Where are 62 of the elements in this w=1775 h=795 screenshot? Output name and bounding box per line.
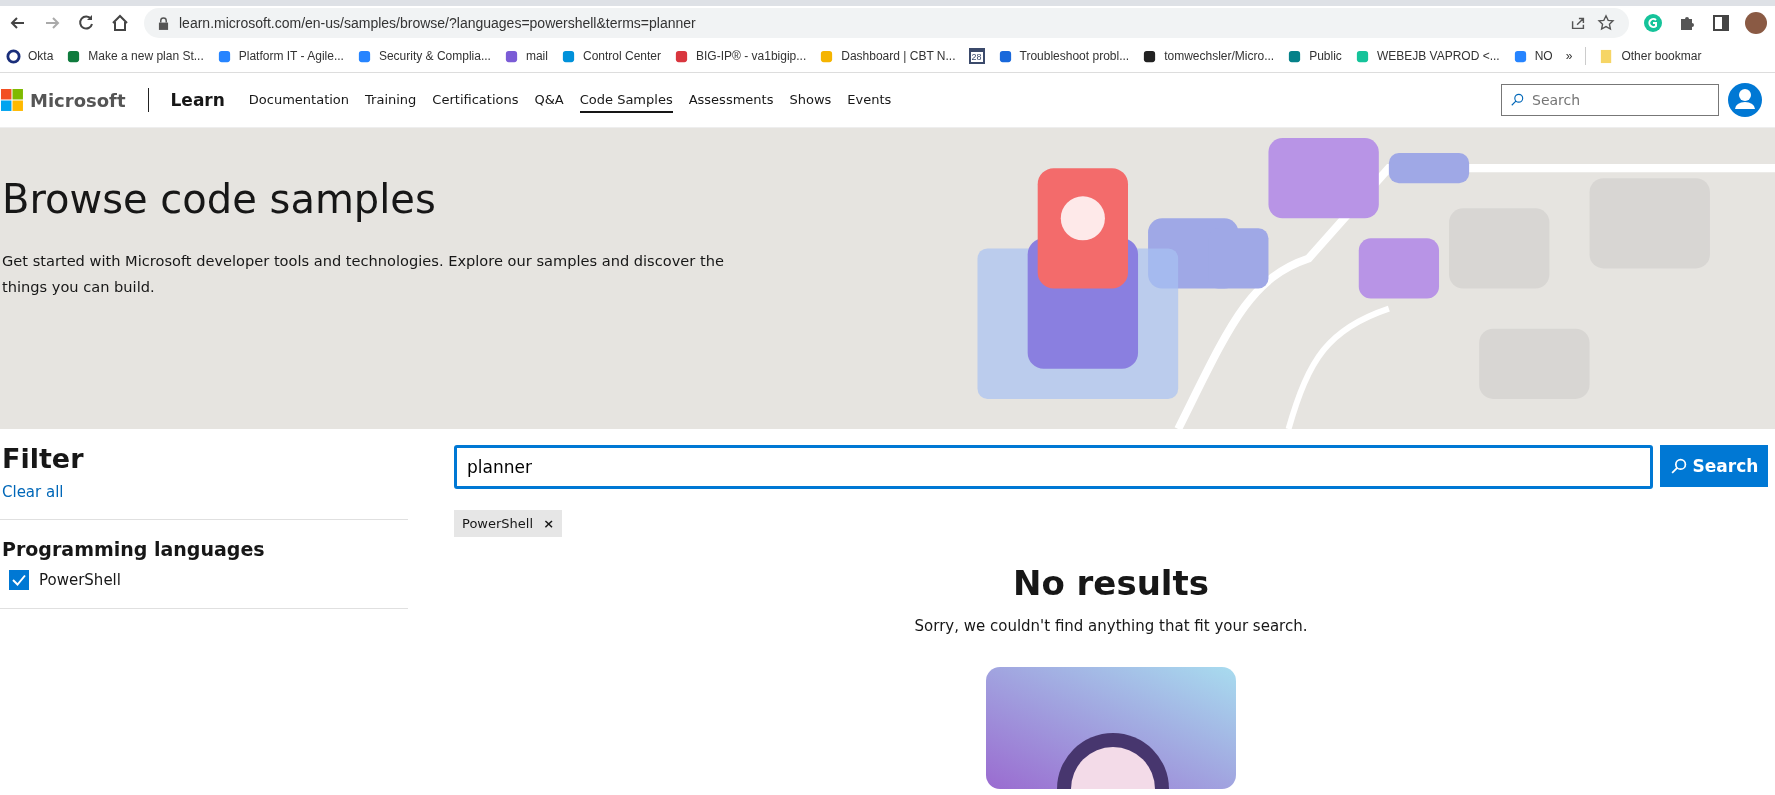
product-name[interactable]: Learn <box>170 90 225 110</box>
star-icon[interactable] <box>1597 14 1615 32</box>
profile-avatar[interactable] <box>1745 12 1767 34</box>
bookmark[interactable]: Make a new plan St... <box>66 48 204 64</box>
hero-title: Browse code samples <box>2 176 437 222</box>
nav-link[interactable]: Assessments <box>688 87 774 113</box>
no-results-message: Sorry, we couldn't find anything that fit your search. <box>914 617 1308 635</box>
bookmark-icon <box>1354 48 1370 64</box>
bookmark-icon <box>1142 48 1158 64</box>
bookmark[interactable]: BIG-IP® - va1bigip... <box>674 48 807 64</box>
address-bar[interactable]: learn.microsoft.com/en-us/samples/browse/?languages=powershell&terms=planner <box>144 8 1629 38</box>
hero-description: Get started with Microsoft developer tools and technologies. Explore our samples and discover the things you can build. <box>2 251 725 297</box>
user-avatar-icon[interactable] <box>1727 82 1763 118</box>
bookmark[interactable]: Dashboard | CBT N... <box>819 48 956 64</box>
bookmark-icon <box>216 48 232 64</box>
filter-chip[interactable]: PowerShell × <box>454 510 563 537</box>
more-bookmarks-button[interactable]: » <box>1565 49 1573 63</box>
home-icon[interactable] <box>110 13 130 33</box>
bookmark-icon <box>1512 48 1528 64</box>
bookmark-icon <box>1287 48 1303 64</box>
bookmark-icon <box>674 48 689 64</box>
other-bookmarks-folder[interactable]: Other bookmar <box>1599 48 1702 64</box>
reload-icon[interactable] <box>76 13 96 33</box>
bookmark-icon <box>997 48 1013 64</box>
four-squares-logo-icon <box>1 88 24 112</box>
bookmark[interactable]: WEBEJB VAPROD <... <box>1354 48 1500 64</box>
nav-link[interactable]: Code Samples <box>579 87 673 113</box>
bookmark[interactable]: NO <box>1512 48 1553 64</box>
lock-icon <box>158 16 169 30</box>
nav-link[interactable]: Certifications <box>432 87 519 113</box>
bookmark-icon <box>356 48 372 64</box>
nav-link[interactable]: Training <box>365 87 417 113</box>
calendar-bookmark[interactable]: 28 <box>968 48 985 64</box>
search-icon <box>1669 457 1687 475</box>
bookmark-icon <box>819 48 835 64</box>
search-field[interactable]: Search <box>1501 84 1719 116</box>
side-panel-icon[interactable] <box>1711 13 1731 33</box>
bookmark[interactable]: Platform IT - Agile... <box>216 48 344 64</box>
filter-heading: Filter <box>2 443 85 474</box>
group-heading: Programming languages <box>2 538 266 560</box>
bookmark-icon <box>66 48 82 64</box>
nav-link[interactable]: Shows <box>789 87 832 113</box>
clear-all-link[interactable]: Clear all <box>2 483 64 501</box>
bookmark-icon <box>6 48 21 64</box>
bookmark[interactable]: Troubleshoot probl... <box>997 48 1130 64</box>
checkbox[interactable] <box>9 570 29 590</box>
nav-link[interactable]: Documentation <box>248 87 350 113</box>
bookmark[interactable]: Public <box>1287 48 1342 64</box>
bookmark[interactable]: mail <box>503 48 548 64</box>
no-results-heading: No results <box>1012 563 1210 603</box>
bookmark-icon <box>503 48 519 64</box>
search-button[interactable]: Search <box>1660 445 1768 487</box>
search-input[interactable]: planner <box>454 445 1653 489</box>
brand-name[interactable]: Microsoft <box>30 89 126 111</box>
bookmark[interactable]: Okta <box>6 48 54 64</box>
nav-link[interactable]: Events <box>847 87 892 113</box>
option-label: PowerShell <box>39 571 121 589</box>
bookmark[interactable]: Control Center <box>560 48 661 64</box>
bookmark[interactable]: Security & Complia... <box>356 48 491 64</box>
bookmark[interactable]: tomwechsler/Micro... <box>1142 48 1275 64</box>
bookmark-icon <box>560 48 576 64</box>
nav-link[interactable]: Q&A <box>534 87 564 113</box>
